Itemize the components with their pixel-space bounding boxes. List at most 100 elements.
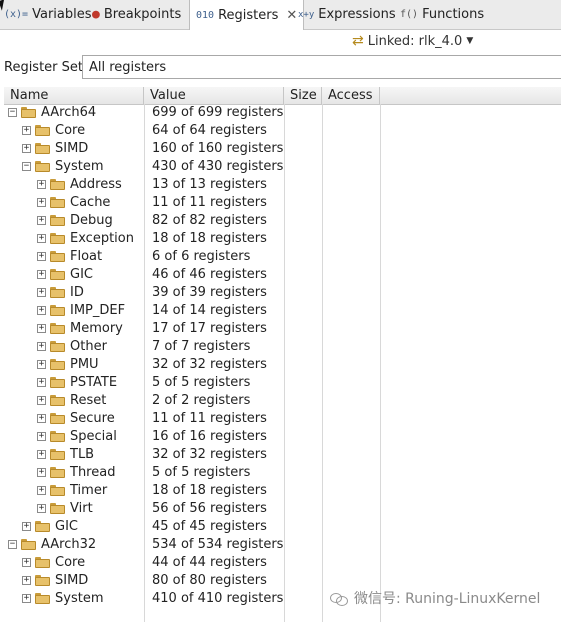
table-row[interactable]: + Reset 2 of 2 registers	[4, 392, 561, 410]
expand-toggle-icon[interactable]: +	[22, 558, 31, 567]
table-row[interactable]: + GIC 45 of 45 registers	[4, 518, 561, 536]
register-group-value: 2 of 2 registers	[152, 393, 251, 408]
expand-toggle-icon[interactable]: +	[37, 288, 46, 297]
register-rows: − AArch64 699 of 699 registers + Core 64 of 6…	[4, 104, 561, 608]
table-row[interactable]: + Other 7 of 7 registers	[4, 338, 561, 356]
collapse-toggle-icon[interactable]: −	[8, 108, 17, 117]
breakpoints-icon: ●	[92, 7, 100, 22]
register-group-value: 699 of 699 registers	[152, 105, 284, 120]
folder-icon	[35, 575, 50, 586]
column-header-size[interactable]: Size	[284, 87, 322, 104]
register-group-value: 6 of 6 registers	[152, 249, 251, 264]
folder-icon	[50, 251, 65, 262]
linked-context-dropdown[interactable]: ⇄ Linked: rlk_4.0 ▼	[352, 31, 473, 51]
tab-expressions[interactable]: x+y Expressions	[298, 0, 396, 29]
expand-toggle-icon[interactable]: +	[37, 252, 46, 261]
table-row[interactable]: + Float 6 of 6 registers	[4, 248, 561, 266]
tab-functions[interactable]: f() Functions	[400, 0, 484, 29]
register-group-name: System	[55, 591, 104, 606]
table-row[interactable]: + Memory 17 of 17 registers	[4, 320, 561, 338]
table-row[interactable]: + Exception 18 of 18 registers	[4, 230, 561, 248]
tab-label: Breakpoints	[103, 7, 182, 22]
expand-toggle-icon[interactable]: +	[22, 126, 31, 135]
expand-toggle-icon[interactable]: +	[37, 432, 46, 441]
table-row[interactable]: + GIC 46 of 46 registers	[4, 266, 561, 284]
register-group-value: 7 of 7 registers	[152, 339, 251, 354]
folder-icon	[35, 125, 50, 136]
table-row[interactable]: + Special 16 of 16 registers	[4, 428, 561, 446]
column-header-name[interactable]: Name	[4, 87, 144, 104]
table-row[interactable]: + Virt 56 of 56 registers	[4, 500, 561, 518]
expand-toggle-icon[interactable]: +	[22, 594, 31, 603]
table-row[interactable]: − AArch32 534 of 534 registers	[4, 536, 561, 554]
close-icon[interactable]: ✕	[286, 8, 297, 23]
expand-toggle-icon[interactable]: +	[37, 306, 46, 315]
table-row[interactable]: − AArch64 699 of 699 registers	[4, 104, 561, 122]
table-row[interactable]: + PSTATE 5 of 5 registers	[4, 374, 561, 392]
table-row[interactable]: − System 430 of 430 registers	[4, 158, 561, 176]
table-row[interactable]: + Core 44 of 44 registers	[4, 554, 561, 572]
expand-toggle-icon[interactable]: +	[37, 198, 46, 207]
expand-toggle-icon[interactable]: +	[37, 324, 46, 333]
folder-icon	[35, 557, 50, 568]
expand-toggle-icon[interactable]: +	[37, 468, 46, 477]
table-row[interactable]: + PMU 32 of 32 registers	[4, 356, 561, 374]
table-row[interactable]: + SIMD 160 of 160 registers	[4, 140, 561, 158]
table-row[interactable]: + Address 13 of 13 registers	[4, 176, 561, 194]
register-set-label: Register Set:	[4, 59, 88, 75]
expand-toggle-icon[interactable]: +	[22, 522, 31, 531]
expand-toggle-icon[interactable]: +	[37, 360, 46, 369]
expand-toggle-icon[interactable]: +	[37, 270, 46, 279]
folder-icon	[50, 377, 65, 388]
expand-toggle-icon[interactable]: +	[37, 450, 46, 459]
register-group-value: 82 of 82 registers	[152, 213, 267, 228]
table-row[interactable]: + Cache 11 of 11 registers	[4, 194, 561, 212]
table-row[interactable]: + Core 64 of 64 registers	[4, 122, 561, 140]
folder-icon	[35, 161, 50, 172]
register-group-name: ID	[70, 285, 84, 300]
expand-toggle-icon[interactable]: +	[37, 180, 46, 189]
folder-icon	[50, 431, 65, 442]
register-group-name: Memory	[70, 321, 123, 336]
folder-icon	[50, 197, 65, 208]
expand-toggle-icon[interactable]: +	[37, 486, 46, 495]
expand-toggle-icon[interactable]: +	[22, 576, 31, 585]
expand-toggle-icon[interactable]: +	[37, 504, 46, 513]
register-group-value: 56 of 56 registers	[152, 501, 267, 516]
expand-toggle-icon[interactable]: +	[37, 378, 46, 387]
tab-label: Registers	[218, 7, 279, 23]
tab-variables[interactable]: (x)= Variables	[4, 0, 92, 29]
table-row[interactable]: + TLB 32 of 32 registers	[4, 446, 561, 464]
collapse-toggle-icon[interactable]: −	[8, 540, 17, 549]
table-row[interactable]: + ID 39 of 39 registers	[4, 284, 561, 302]
register-group-value: 32 of 32 registers	[152, 447, 267, 462]
expand-toggle-icon[interactable]: +	[37, 414, 46, 423]
collapse-toggle-icon[interactable]: −	[22, 162, 31, 171]
folder-icon	[50, 341, 65, 352]
folder-icon	[35, 593, 50, 604]
expand-toggle-icon[interactable]: +	[37, 396, 46, 405]
register-group-name: Exception	[70, 231, 134, 246]
watermark-text: 微信号: Runing-LinuxKernel	[354, 591, 541, 607]
table-row[interactable]: + Secure 11 of 11 registers	[4, 410, 561, 428]
expand-toggle-icon[interactable]: +	[37, 216, 46, 225]
register-set-select[interactable]: All registers	[82, 55, 561, 79]
tab-breakpoints[interactable]: ● Breakpoints	[92, 0, 181, 29]
register-group-value: 11 of 11 registers	[152, 195, 267, 210]
register-group-name: Secure	[70, 411, 115, 426]
column-header-value[interactable]: Value	[144, 87, 284, 104]
table-row[interactable]: + Timer 18 of 18 registers	[4, 482, 561, 500]
folder-icon	[50, 485, 65, 496]
table-row[interactable]: + IMP_DEF 14 of 14 registers	[4, 302, 561, 320]
tab-registers[interactable]: 010 Registers ✕	[189, 0, 305, 30]
expand-toggle-icon[interactable]: +	[22, 144, 31, 153]
register-group-name: Debug	[70, 213, 113, 228]
wechat-logo-icon	[330, 591, 348, 606]
expand-toggle-icon[interactable]: +	[37, 342, 46, 351]
register-group-value: 534 of 534 registers	[152, 537, 284, 552]
register-group-value: 44 of 44 registers	[152, 555, 267, 570]
table-row[interactable]: + Debug 82 of 82 registers	[4, 212, 561, 230]
expand-toggle-icon[interactable]: +	[37, 234, 46, 243]
column-header-access[interactable]: Access	[322, 87, 380, 104]
table-row[interactable]: + Thread 5 of 5 registers	[4, 464, 561, 482]
